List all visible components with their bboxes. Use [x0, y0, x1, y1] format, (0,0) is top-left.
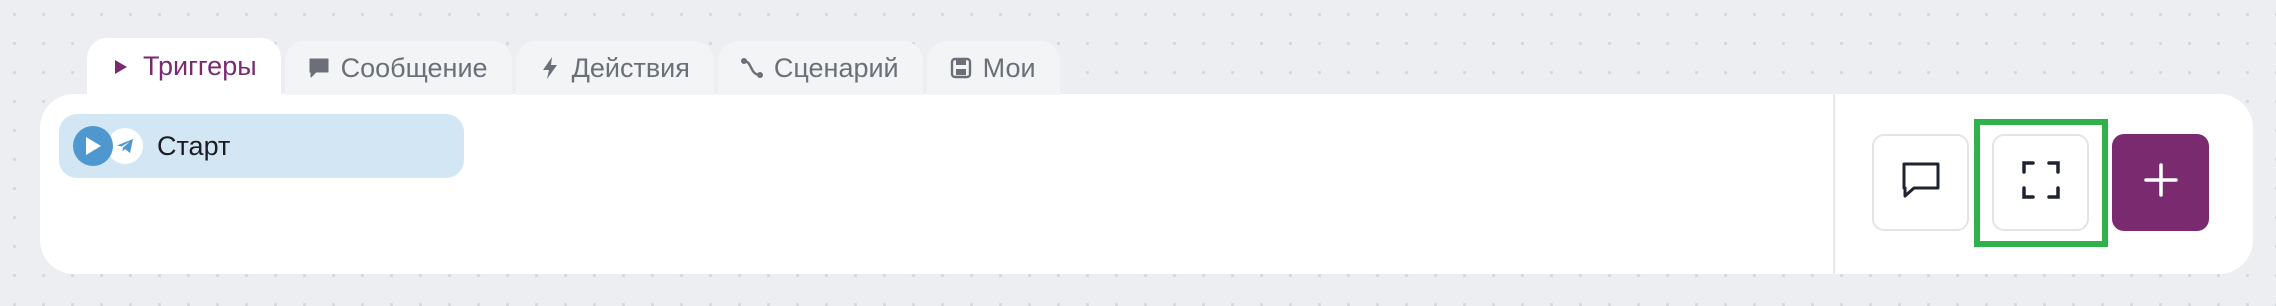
route-icon	[740, 56, 764, 80]
add-button[interactable]	[2112, 134, 2209, 231]
play-triangle-icon	[109, 55, 133, 79]
tab-bar: Триггеры Сообщение Действия Сценарий Мои	[87, 38, 1060, 95]
tab-label: Триггеры	[143, 51, 257, 81]
trigger-panel: Старт	[40, 94, 2253, 274]
divider	[1833, 94, 1835, 274]
save-disk-icon	[949, 56, 973, 80]
tab-label: Действия	[571, 52, 690, 83]
tab-label: Сценарий	[773, 52, 899, 83]
tab-label: Мои	[982, 52, 1036, 83]
expand-icon	[2021, 160, 2061, 205]
comment-button[interactable]	[1872, 134, 1969, 231]
expand-button[interactable]	[1992, 134, 2089, 231]
tab-label: Сообщение	[340, 52, 488, 83]
lightning-bolt-icon	[538, 56, 562, 80]
tab-message[interactable]: Сообщение	[284, 41, 512, 95]
play-icon	[73, 126, 113, 166]
plus-icon	[2143, 162, 2179, 203]
trigger-label: Старт	[157, 130, 231, 161]
trigger-start[interactable]: Старт	[59, 114, 464, 178]
tab-mine[interactable]: Мои	[926, 41, 1060, 95]
tab-triggers[interactable]: Триггеры	[87, 38, 281, 95]
comment-icon	[1899, 158, 1943, 207]
chat-bubble-icon	[307, 56, 331, 80]
tab-actions[interactable]: Действия	[515, 41, 714, 95]
tab-scenario[interactable]: Сценарий	[717, 41, 923, 95]
